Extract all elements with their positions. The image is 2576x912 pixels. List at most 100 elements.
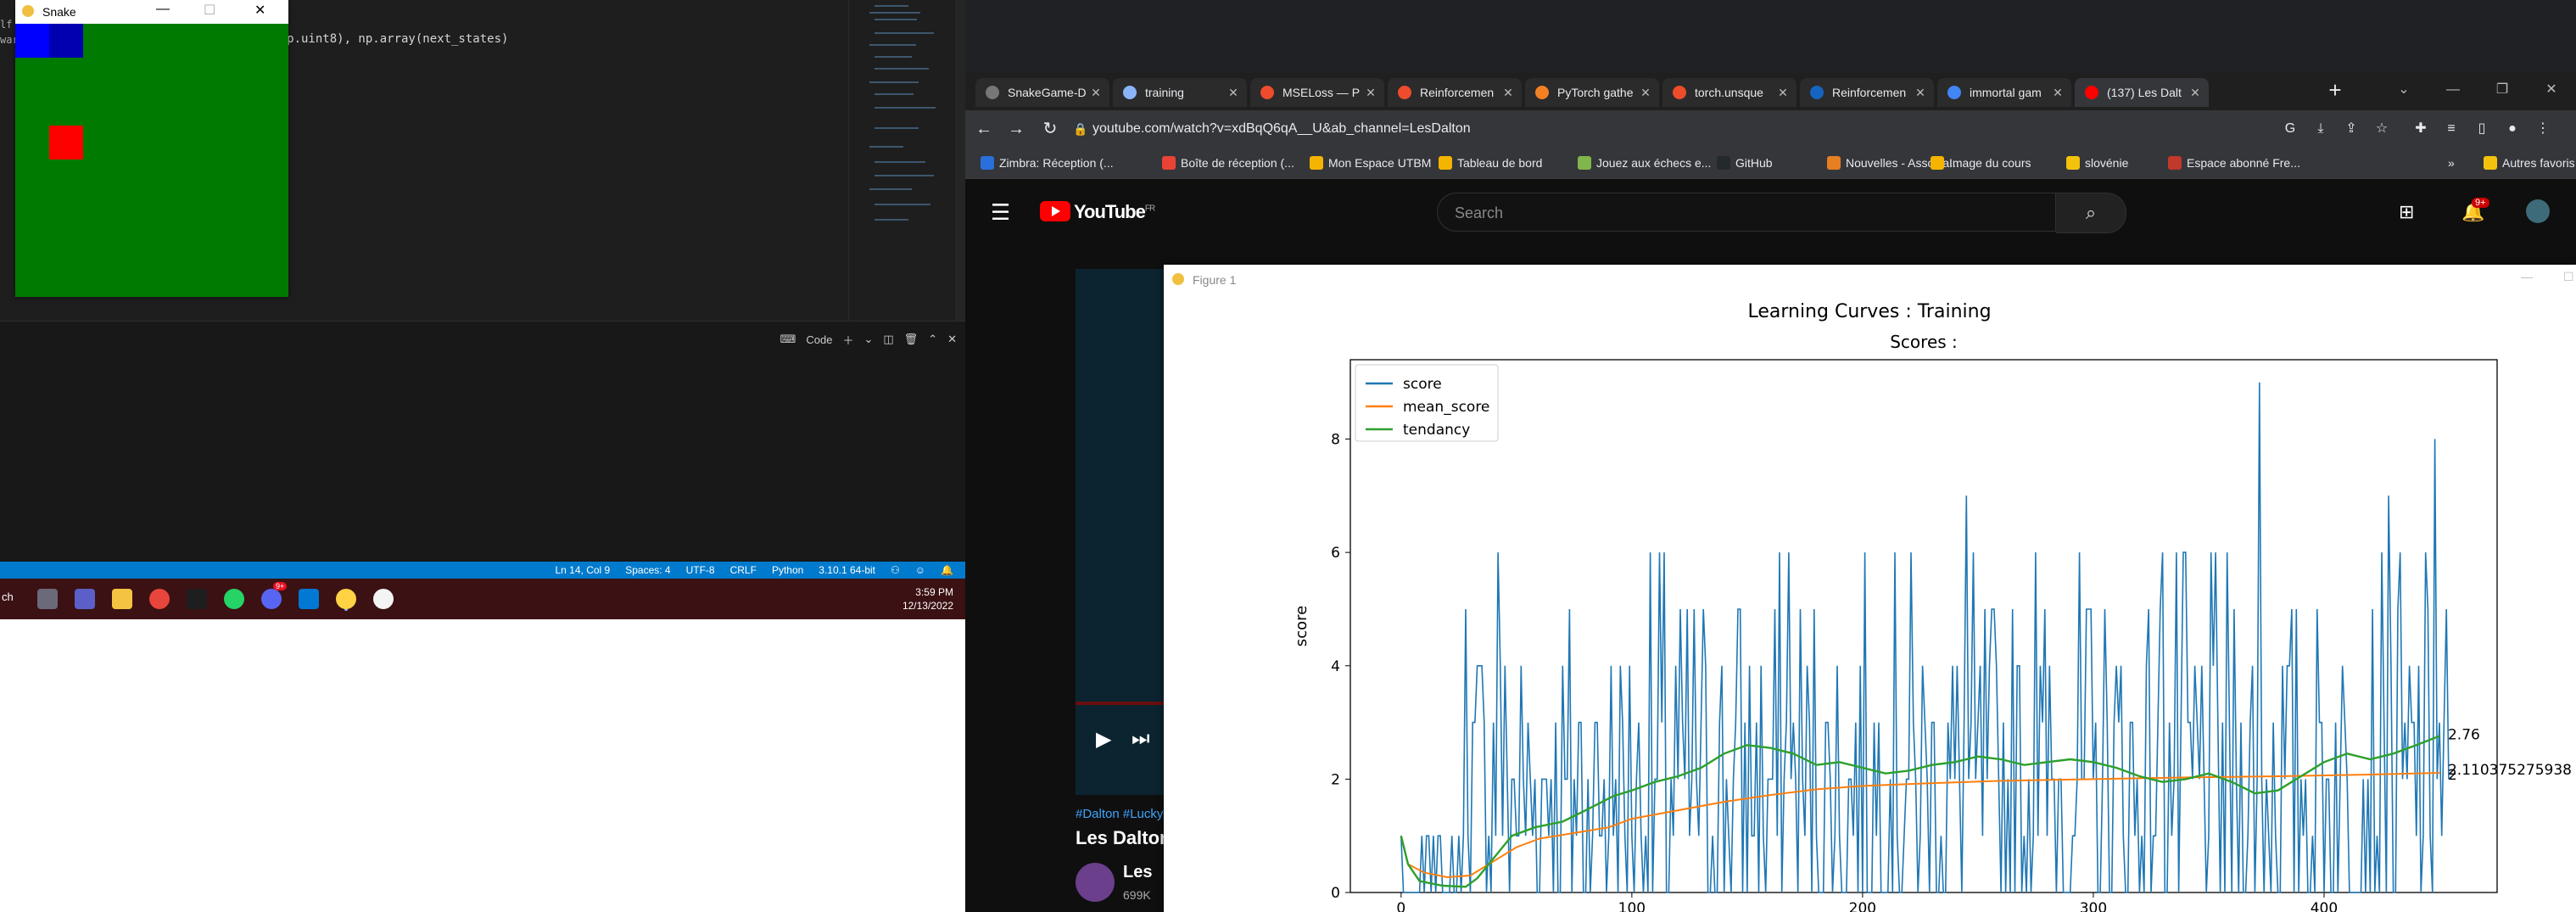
y-tick-label: 4 [1331,658,1340,675]
tab-search-icon[interactable]: ⌄ [2379,73,2428,107]
add-terminal-icon[interactable]: ＋ [842,332,853,348]
maximize-icon[interactable]: ☐ [2563,270,2574,284]
figure-window[interactable]: Figure 1 — ☐ Learning Curves : Training S… [1164,265,2576,912]
sidepanel-icon[interactable]: ▯ [2470,117,2494,141]
hamburger-menu-icon[interactable]: ☰ [991,199,1010,226]
bookmark-item[interactable]: Zimbra: Réception (... [981,154,1114,171]
menu-icon[interactable]: ⋮ [2531,117,2555,141]
browser-tab[interactable]: SnakeGame-D ✕ [975,78,1109,107]
avatar[interactable] [2526,199,2550,223]
share-icon[interactable]: ⇪ [2339,117,2363,141]
system-clock[interactable]: 3:59 PM 12/13/2022 [902,585,953,613]
teams-icon[interactable] [75,589,95,609]
indentation[interactable]: Spaces: 4 [625,564,670,576]
create-icon[interactable]: ⊞ [2399,201,2414,223]
bookmark-star-icon[interactable]: ☆ [2370,117,2394,141]
tab-close-icon[interactable]: ✕ [1774,86,1791,100]
minimize-icon[interactable]: — [156,2,170,17]
google-lens-icon[interactable]: G [2278,117,2302,141]
file-explorer-icon[interactable] [112,589,132,609]
split-icon[interactable]: ◫ [883,333,893,346]
monitor-icon[interactable] [187,589,207,609]
remote-icon[interactable]: ⚇ [891,564,900,576]
tab-close-icon[interactable]: ✕ [2049,86,2066,100]
bookmark-item[interactable]: » [2448,154,2455,171]
snake-titlebar[interactable]: Snake — ☐ ✕ [15,0,288,24]
editor-scrollbar[interactable] [955,0,965,321]
close-icon[interactable]: ✕ [254,2,265,19]
task-view-icon[interactable] [37,589,58,609]
browser-tab[interactable]: immortal gam ✕ [1937,78,2071,107]
tab-close-icon[interactable]: ✕ [1912,86,1929,100]
encoding[interactable]: UTF-8 [686,564,715,576]
back-icon[interactable]: ← [972,117,996,141]
tab-close-icon[interactable]: ✕ [2187,86,2204,100]
bookmark-item[interactable]: Boîte de réception (... [1162,154,1294,171]
search-icon[interactable]: ⌕ [2056,193,2126,233]
bookmark-item[interactable]: Autres favoris [2484,154,2575,171]
tab-close-icon[interactable]: ✕ [1087,86,1104,100]
install-icon[interactable]: ⤓ [2309,117,2333,141]
search-box-fragment[interactable]: ch [2,590,14,603]
browser-tab[interactable]: torch.unsque ✕ [1662,78,1796,107]
bookmark-item[interactable]: GitHub [1717,154,1773,171]
youtube-logo[interactable]: YouTubeFR [1040,201,1155,223]
tab-close-icon[interactable]: ✕ [1500,86,1517,100]
address-input[interactable]: youtube.com/watch?v=xdBqQ6qA__U&ab_chann… [1092,115,2416,143]
bookmark-item[interactable]: Espace abonné Fre... [2168,154,2300,171]
browser-tab[interactable]: PyTorch gathe ✕ [1525,78,1659,107]
terminal-icon[interactable]: ⌨ [780,333,796,346]
play-icon[interactable]: ▶ [1096,727,1111,752]
minimize-icon[interactable]: — [2428,73,2478,107]
feedback-icon[interactable]: ☺ [915,564,925,576]
bookmark-item[interactable]: Image du cours [1931,154,2031,171]
bell-icon[interactable]: 🔔 [941,564,953,576]
bookmark-item[interactable]: Jouez aux échecs e... [1578,154,1711,171]
tab-close-icon[interactable]: ✕ [1637,86,1654,100]
python-interpreter[interactable]: 3.10.1 64-bit [819,564,875,576]
browser-tab[interactable]: training ✕ [1113,78,1247,107]
bookmark-item[interactable]: Mon Espace UTBM [1310,154,1431,171]
new-tab-button[interactable]: + [2322,78,2348,104]
language-mode[interactable]: Python [772,564,803,576]
profile-icon[interactable]: ● [2501,117,2524,141]
browser-tab[interactable]: Reinforcemen ✕ [1800,78,1934,107]
forward-icon[interactable]: → [1004,117,1028,141]
line-ending[interactable]: CRLF [730,564,757,576]
cursor-position[interactable]: Ln 14, Col 9 [556,564,611,576]
next-icon[interactable]: ⏭ [1132,727,1150,751]
channel-name[interactable]: Les [1123,863,1152,882]
browser-tab[interactable]: (137) Les Dalt ✕ [2075,78,2209,107]
vscode-icon[interactable] [299,589,319,609]
media-icon[interactable]: ≡ [2439,117,2463,141]
maximize-icon[interactable]: ❐ [2478,73,2527,107]
tab-close-icon[interactable]: ✕ [1225,86,1242,100]
close-icon[interactable]: ✕ [2527,73,2576,107]
site-info-icon[interactable]: 🔒 [1069,117,1092,141]
bookmark-item[interactable]: Tableau de bord [1439,154,1542,171]
snake-window[interactable]: Snake — ☐ ✕ [15,0,288,297]
bookmark-item[interactable]: slovénie [2066,154,2128,171]
discord-icon[interactable] [261,589,282,609]
figure-titlebar[interactable]: Figure 1 — ☐ [1164,265,2576,295]
python-icon[interactable] [336,589,356,609]
trash-icon[interactable]: 🗑 [904,333,919,346]
whatsapp-icon[interactable] [224,589,244,609]
close-icon[interactable]: ✕ [947,333,957,346]
terminal-profile-label[interactable]: Code [806,333,832,346]
chevron-up-icon[interactable]: ⌃ [928,333,937,346]
maximize-icon[interactable]: ☐ [204,2,215,19]
extensions-icon[interactable]: ✚ [2409,117,2433,141]
browser-tab[interactable]: Reinforcemen ✕ [1388,78,1522,107]
search-input[interactable]: Search [1437,193,2056,232]
minimize-icon[interactable]: — [2521,270,2533,283]
chevron-down-icon[interactable]: ⌄ [863,333,873,346]
chrome-icon[interactable] [149,589,170,609]
tab-close-icon[interactable]: ✕ [1362,86,1379,100]
minimap[interactable] [848,0,956,321]
reload-icon[interactable]: ↻ [1038,117,1062,141]
channel-avatar[interactable] [1076,863,1115,902]
video-hashtags[interactable]: #Dalton #Lucky [1076,807,1163,821]
pygame-icon[interactable] [373,589,394,609]
browser-tab[interactable]: MSELoss — P ✕ [1250,78,1384,107]
